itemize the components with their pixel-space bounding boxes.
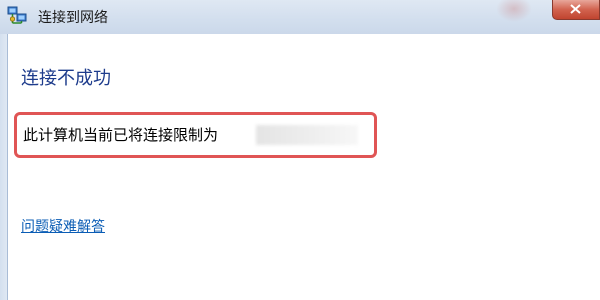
close-icon xyxy=(570,4,581,14)
window-title: 连接到网络 xyxy=(38,10,108,26)
network-connection-icon xyxy=(7,6,27,26)
maximize-button[interactable] xyxy=(496,0,532,22)
title-bar[interactable]: 连接到网络 xyxy=(0,0,600,34)
close-button[interactable] xyxy=(552,0,600,20)
window-frame-left xyxy=(0,34,8,300)
status-message: 此计算机当前已将连接限制为 xyxy=(23,126,219,144)
connect-to-network-dialog: 连接到网络 连接不成功 此计算机当前已将连接限制为 问题疑难解答 xyxy=(0,0,600,300)
redacted-value xyxy=(256,125,358,145)
troubleshoot-link[interactable]: 问题疑难解答 xyxy=(21,216,105,236)
dialog-content: 连接不成功 此计算机当前已将连接限制为 问题疑难解答 xyxy=(8,34,600,300)
page-title: 连接不成功 xyxy=(21,68,111,89)
